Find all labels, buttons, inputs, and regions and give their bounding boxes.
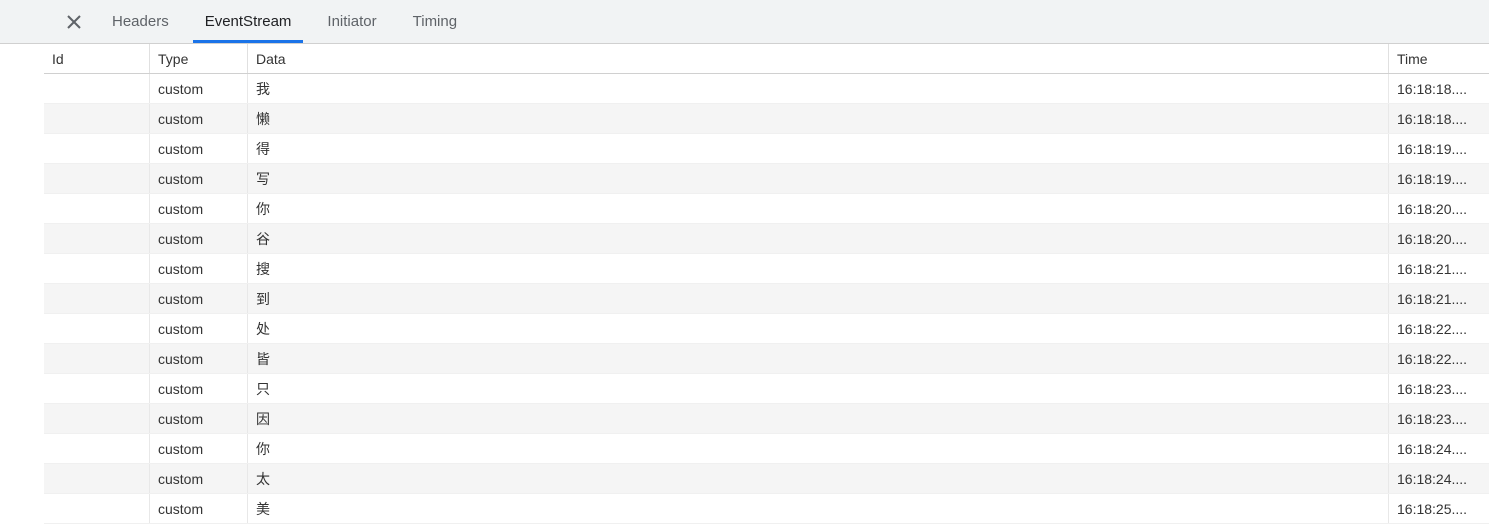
table-row[interactable]: custom得16:18:19.... — [44, 134, 1489, 164]
table-row[interactable]: custom我16:18:18.... — [44, 74, 1489, 104]
table-row[interactable]: custom到16:18:21.... — [44, 284, 1489, 314]
cell-time: 16:18:25.... — [1389, 494, 1489, 523]
cell-time: 16:18:21.... — [1389, 254, 1489, 283]
table-row[interactable]: custom懒16:18:18.... — [44, 104, 1489, 134]
cell-data: 太 — [248, 464, 1389, 493]
cell-type: custom — [150, 434, 248, 463]
cell-time: 16:18:18.... — [1389, 74, 1489, 103]
column-header-time[interactable]: Time — [1389, 44, 1489, 73]
table-body[interactable]: custom我16:18:18....custom懒16:18:18....cu… — [44, 74, 1489, 529]
cell-time: 16:18:23.... — [1389, 404, 1489, 433]
cell-time: 16:18:22.... — [1389, 344, 1489, 373]
cell-time: 16:18:19.... — [1389, 164, 1489, 193]
cell-id — [44, 74, 150, 103]
column-header-id[interactable]: Id — [44, 44, 150, 73]
cell-time: 16:18:18.... — [1389, 104, 1489, 133]
column-header-type[interactable]: Type — [150, 44, 248, 73]
cell-type: custom — [150, 464, 248, 493]
cell-type: custom — [150, 314, 248, 343]
cell-id — [44, 134, 150, 163]
tab-bar: Headers EventStream Initiator Timing — [0, 0, 1489, 44]
cell-data: 搜 — [248, 254, 1389, 283]
cell-id — [44, 224, 150, 253]
cell-id — [44, 164, 150, 193]
cell-id — [44, 404, 150, 433]
table-row[interactable]: custom只16:18:23.... — [44, 374, 1489, 404]
table-row[interactable]: custom皆16:18:22.... — [44, 344, 1489, 374]
cell-id — [44, 344, 150, 373]
cell-id — [44, 314, 150, 343]
cell-time: 16:18:23.... — [1389, 374, 1489, 403]
close-button[interactable] — [54, 0, 94, 43]
cell-data: 美 — [248, 494, 1389, 523]
cell-type: custom — [150, 224, 248, 253]
cell-time: 16:18:22.... — [1389, 314, 1489, 343]
eventstream-content: Id Type Data Time custom我16:18:18....cus… — [0, 44, 1489, 529]
cell-data: 到 — [248, 284, 1389, 313]
table-row[interactable]: custom你16:18:20.... — [44, 194, 1489, 224]
cell-type: custom — [150, 254, 248, 283]
cell-data: 处 — [248, 314, 1389, 343]
tab-timing[interactable]: Timing — [395, 0, 475, 43]
table-row[interactable]: custom处16:18:22.... — [44, 314, 1489, 344]
table-row[interactable]: custom美16:18:25.... — [44, 494, 1489, 524]
cell-time: 16:18:21.... — [1389, 284, 1489, 313]
cell-id — [44, 374, 150, 403]
cell-data: 写 — [248, 164, 1389, 193]
cell-data: 你 — [248, 194, 1389, 223]
cell-type: custom — [150, 494, 248, 523]
cell-type: custom — [150, 284, 248, 313]
column-header-data[interactable]: Data — [248, 44, 1389, 73]
cell-time: 16:18:20.... — [1389, 194, 1489, 223]
cell-data: 只 — [248, 374, 1389, 403]
cell-time: 16:18:19.... — [1389, 134, 1489, 163]
tab-headers[interactable]: Headers — [94, 0, 187, 43]
cell-type: custom — [150, 134, 248, 163]
cell-time: 16:18:24.... — [1389, 434, 1489, 463]
table-row[interactable]: custom搜16:18:21.... — [44, 254, 1489, 284]
cell-id — [44, 284, 150, 313]
cell-data: 我 — [248, 74, 1389, 103]
cell-data: 得 — [248, 134, 1389, 163]
table-row[interactable]: custom太16:18:24.... — [44, 464, 1489, 494]
cell-time: 16:18:20.... — [1389, 224, 1489, 253]
network-detail-panel: Headers EventStream Initiator Timing Id … — [0, 0, 1489, 529]
cell-data: 懒 — [248, 104, 1389, 133]
cell-data: 谷 — [248, 224, 1389, 253]
cell-data: 你 — [248, 434, 1389, 463]
cell-id — [44, 434, 150, 463]
table-header: Id Type Data Time — [44, 44, 1489, 74]
cell-type: custom — [150, 374, 248, 403]
table-row[interactable]: custom写16:18:19.... — [44, 164, 1489, 194]
cell-type: custom — [150, 164, 248, 193]
cell-id — [44, 494, 150, 523]
cell-data: 因 — [248, 404, 1389, 433]
cell-id — [44, 194, 150, 223]
cell-time: 16:18:24.... — [1389, 464, 1489, 493]
table-row[interactable]: custom你16:18:24.... — [44, 434, 1489, 464]
cell-type: custom — [150, 344, 248, 373]
table-row[interactable]: custom谷16:18:20.... — [44, 224, 1489, 254]
close-icon — [67, 15, 81, 29]
cell-id — [44, 254, 150, 283]
cell-type: custom — [150, 404, 248, 433]
cell-id — [44, 464, 150, 493]
cell-id — [44, 104, 150, 133]
cell-type: custom — [150, 104, 248, 133]
tab-initiator[interactable]: Initiator — [309, 0, 394, 43]
cell-type: custom — [150, 194, 248, 223]
cell-data: 皆 — [248, 344, 1389, 373]
tab-eventstream[interactable]: EventStream — [187, 0, 310, 43]
cell-type: custom — [150, 74, 248, 103]
table-row[interactable]: custom因16:18:23.... — [44, 404, 1489, 434]
